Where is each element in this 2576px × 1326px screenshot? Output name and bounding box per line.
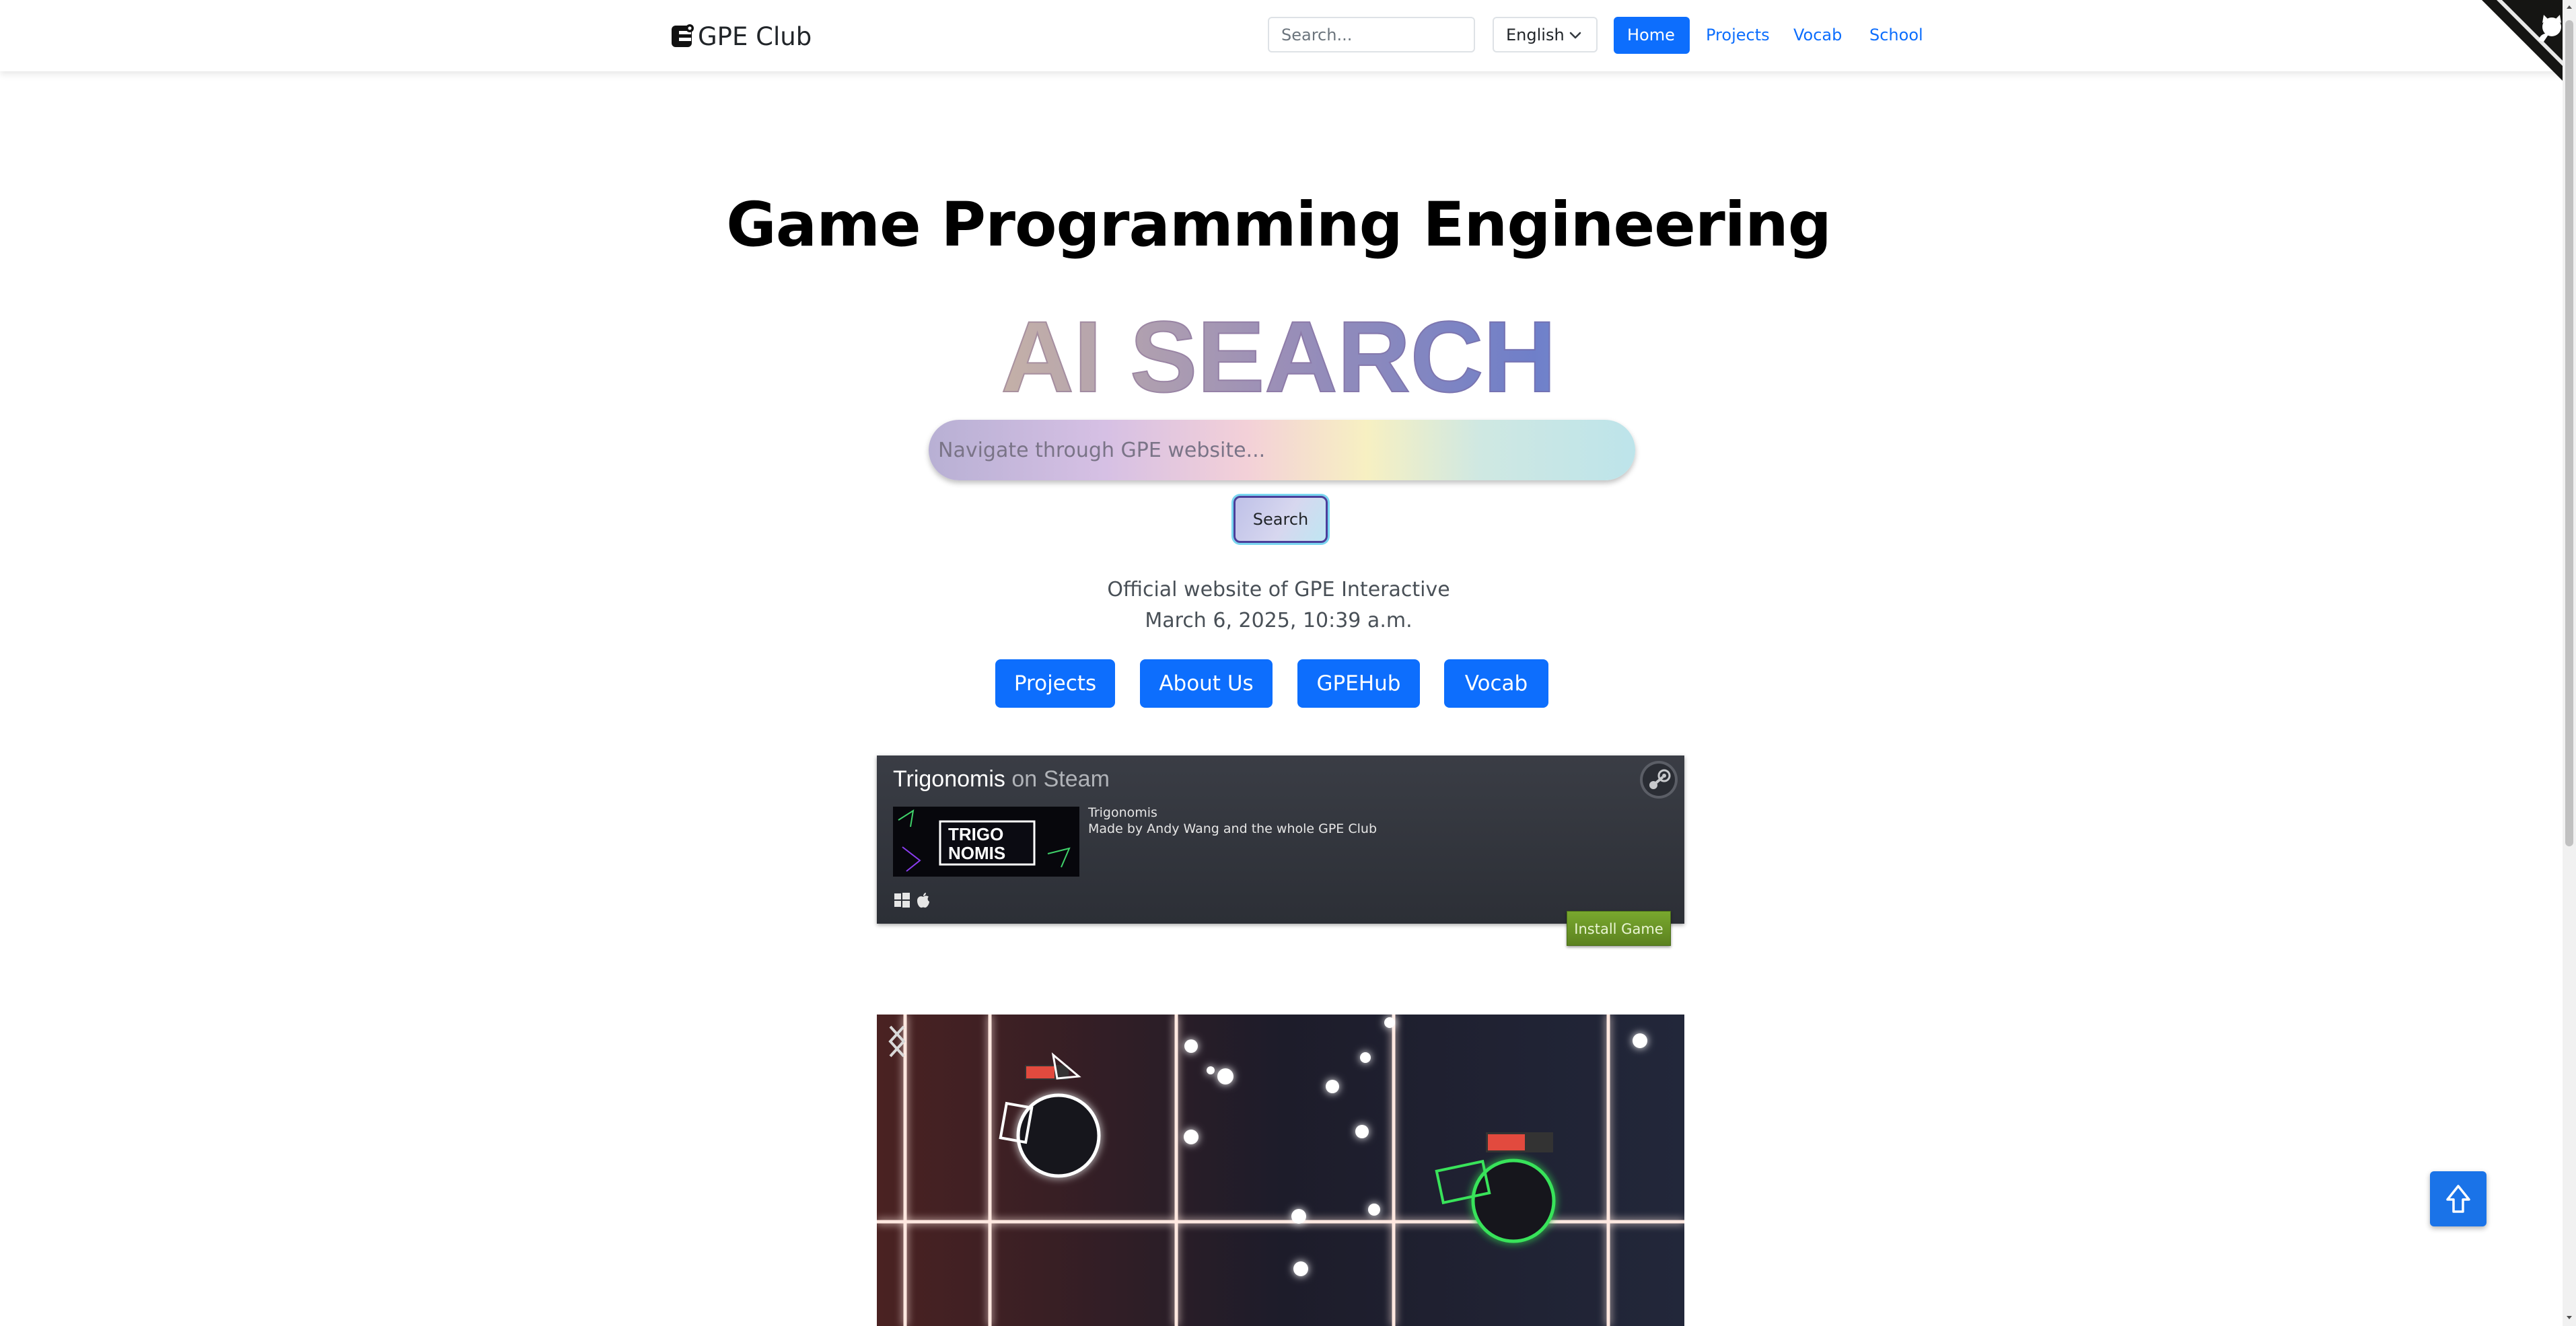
brand-name: GPE Club xyxy=(698,22,812,51)
gpe-logo-icon xyxy=(672,24,694,47)
steam-logo-icon[interactable] xyxy=(1639,760,1679,800)
windows-icon xyxy=(894,893,910,908)
chevron-down-icon xyxy=(1569,32,1581,39)
scroll-down-arrow-icon[interactable] xyxy=(2565,1314,2573,1322)
language-value: English xyxy=(1506,25,1565,44)
ai-search-button[interactable]: Search xyxy=(1233,496,1328,543)
steam-widget: Trigonomis on Steam TRIGO NOMIS Trigonom… xyxy=(877,756,1684,946)
install-game-button[interactable]: Install Game xyxy=(1567,911,1671,946)
capsule-text-line2: NOMIS xyxy=(948,843,1005,863)
nav-link-home[interactable]: Home xyxy=(1614,17,1690,54)
site-subtitle: Official website of GPE Interactive xyxy=(1107,578,1450,601)
capsule-text-line1: TRIGO xyxy=(948,824,1003,844)
nav-link-vocab[interactable]: Vocab xyxy=(1780,17,1855,54)
top-navbar: GPE Club English Home Projects Vocab Sch… xyxy=(0,0,2576,71)
back-to-top-button[interactable] xyxy=(2430,1171,2486,1226)
nav-link-school[interactable]: School xyxy=(1856,17,1937,54)
game-capsule-image[interactable]: TRIGO NOMIS xyxy=(893,807,1079,877)
steam-game-name: Trigonomis xyxy=(1088,805,1157,820)
scroll-up-arrow-icon[interactable] xyxy=(2565,3,2573,11)
screenshot-carousel[interactable] xyxy=(877,1015,1684,1326)
chevron-right-icon[interactable] xyxy=(877,1015,917,1068)
current-datetime: March 6, 2025, 10:39 a.m. xyxy=(1145,609,1412,632)
github-octocat-corner-icon[interactable] xyxy=(2482,0,2576,94)
language-select[interactable]: English xyxy=(1493,17,1598,52)
brand-link[interactable]: GPE Club xyxy=(670,20,812,52)
scrollbar-thumb[interactable] xyxy=(2565,20,2573,846)
steam-widget-title: Trigonomis on Steam xyxy=(893,766,1110,793)
ai-search-input[interactable] xyxy=(929,420,1635,480)
page-title: Game Programming Engineering xyxy=(726,190,1832,260)
apple-icon xyxy=(917,893,929,908)
steam-on-label: on Steam xyxy=(1011,766,1110,792)
about-us-button[interactable]: About Us xyxy=(1140,659,1273,708)
nav-link-projects[interactable]: Projects xyxy=(1692,17,1783,54)
platform-icons xyxy=(893,891,932,910)
nav-search-input[interactable] xyxy=(1268,17,1475,52)
ai-search-heading: AI SEARCH xyxy=(0,302,2557,411)
steam-game-title[interactable]: Trigonomis xyxy=(893,766,1005,792)
steam-game-description: Made by Andy Wang and the whole GPE Club xyxy=(1088,821,1378,836)
game-screenshot-image xyxy=(877,1015,1684,1326)
arrow-up-icon xyxy=(2446,1185,2470,1213)
gpehub-button[interactable]: GPEHub xyxy=(1297,659,1420,708)
projects-button[interactable]: Projects xyxy=(995,659,1115,708)
vocab-button[interactable]: Vocab xyxy=(1444,659,1548,708)
